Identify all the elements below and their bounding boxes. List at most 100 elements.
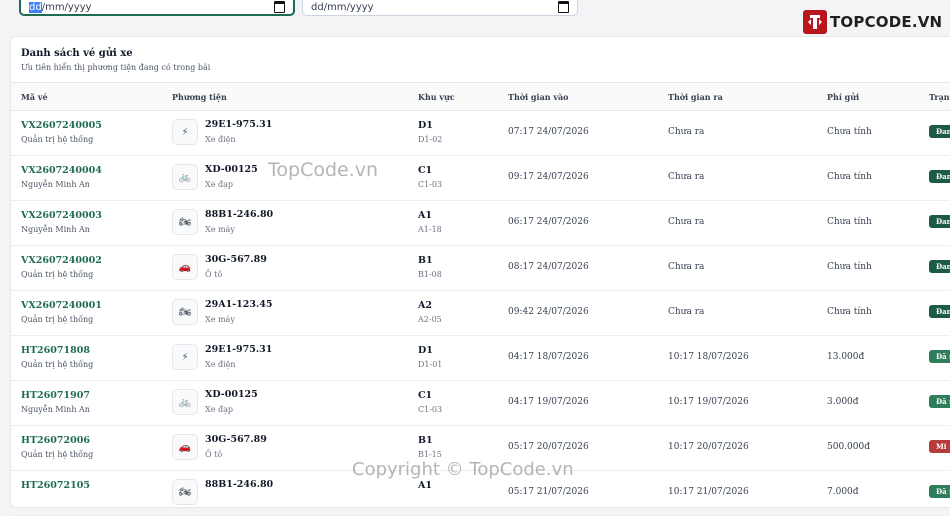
license-plate: 29A1-123.45 <box>205 299 273 310</box>
ticket-code-link[interactable]: HT26072105 <box>21 480 90 491</box>
status-badge: Đan <box>929 215 950 228</box>
topcode-logo: TOPCODE.VN <box>803 9 942 35</box>
table-row[interactable]: VX2607240005 Quản trị hệ thống ⚡ 29E1-975.3… <box>11 110 950 156</box>
status-badge: Đan <box>929 305 950 318</box>
header-zone: Khu vực <box>418 92 455 102</box>
zone: C1 <box>418 165 433 176</box>
ticket-code-link[interactable]: VX2607240004 <box>21 165 102 176</box>
parking-fee: 3.000đ <box>827 397 859 407</box>
header-time-in: Thời gian vào <box>508 92 569 102</box>
card-title: Danh sách vé gửi xe <box>21 48 133 59</box>
table-row[interactable]: VX2607240003 Nguyễn Minh An 🏍 88B1-246.80 Xe… <box>11 200 950 246</box>
vehicle-type: Xe máy <box>205 225 235 234</box>
vehicle-type: Xe điện <box>205 360 236 369</box>
time-in: 09:42 24/07/2026 <box>508 307 589 317</box>
calendar-icon[interactable] <box>274 1 285 13</box>
slot: D1-01 <box>418 360 443 369</box>
parking-fee: Chưa tính <box>827 217 872 227</box>
header-time-out: Thời gian ra <box>668 92 723 102</box>
bicycle-icon: 🚲 <box>172 164 198 190</box>
time-out: 10:17 21/07/2026 <box>668 487 749 497</box>
parking-fee: Chưa tính <box>827 262 872 272</box>
time-in: 09:17 24/07/2026 <box>508 172 589 182</box>
time-out: 10:17 19/07/2026 <box>668 397 749 407</box>
created-by: Quản trị hệ thống <box>21 450 94 459</box>
created-by: Quản trị hệ thống <box>21 315 94 324</box>
car-icon: 🚗 <box>172 254 198 280</box>
vehicle-type: Xe máy <box>205 315 235 324</box>
ticket-code-link[interactable]: HT26071808 <box>21 345 90 356</box>
license-plate: 30G-567.89 <box>205 254 267 265</box>
bicycle-icon: 🚲 <box>172 389 198 415</box>
ticket-code-link[interactable]: HT26071907 <box>21 390 90 401</box>
time-in: 05:17 21/07/2026 <box>508 487 589 497</box>
table-row[interactable]: VX2607240004 Nguyễn Minh An 🚲 XD-00125 Xe đạ… <box>11 155 950 201</box>
slot: D1-02 <box>418 135 443 144</box>
status-badge: Đan <box>929 170 950 183</box>
license-plate: 88B1-246.80 <box>205 479 274 490</box>
status-badge: Đan <box>929 260 950 273</box>
created-by: Nguyễn Minh An <box>21 225 90 234</box>
date-to-value: dd/mm/yyyy <box>311 1 374 13</box>
created-by: Nguyễn Minh An <box>21 180 90 189</box>
created-by: Nguyễn Minh An <box>21 405 90 414</box>
vehicle-type: Ô tô <box>205 450 223 459</box>
created-by: Quản trị hệ thống <box>21 360 94 369</box>
time-out: 10:17 20/07/2026 <box>668 442 749 452</box>
table-row[interactable]: HT26071808 Quản trị hệ thống ⚡ 29E1-975.31 X… <box>11 335 950 381</box>
time-in: 04:17 18/07/2026 <box>508 352 589 362</box>
table-row[interactable]: HT26072006 Quản trị hệ thống 🚗 30G-567.89 Ô … <box>11 425 950 471</box>
license-plate: 88B1-246.80 <box>205 209 274 220</box>
table-row[interactable]: HT26072105 🏍 88B1-246.80 A1 05:17 21/07/2026… <box>11 470 950 516</box>
ticket-code-link[interactable]: VX2607240002 <box>21 255 102 266</box>
status-badge: Đan <box>929 125 950 138</box>
topcode-logo-text: TOPCODE.VN <box>830 13 943 31</box>
time-out: Chưa ra <box>668 217 705 227</box>
ticket-code-link[interactable]: VX2607240001 <box>21 300 102 311</box>
vehicle-type: Xe điện <box>205 135 236 144</box>
time-out: Chưa ra <box>668 172 705 182</box>
calendar-icon[interactable] <box>558 1 569 13</box>
vehicle-type: Xe đạp <box>205 180 233 189</box>
license-plate: XD-00125 <box>205 389 258 400</box>
status-badge: Đã r <box>929 350 950 363</box>
motorbike-icon: 🏍 <box>172 479 198 505</box>
header-fee: Phí gửi <box>827 92 860 102</box>
vehicle-type: Xe đạp <box>205 405 233 414</box>
slot: C1-03 <box>418 405 443 414</box>
slot: A1-18 <box>418 225 442 234</box>
time-out: Chưa ra <box>668 307 705 317</box>
header-vehicle: Phương tiện <box>172 92 227 102</box>
topcode-logo-mark <box>803 10 827 34</box>
table-row[interactable]: VX2607240001 Quản trị hệ thống 🏍 29A1-123.4… <box>11 290 950 336</box>
table-header: Mã vé Phương tiện Khu vực Thời gian vào … <box>11 82 950 111</box>
header-ticket-code: Mã vé <box>21 92 48 102</box>
time-in: 05:17 20/07/2026 <box>508 442 589 452</box>
license-plate: 29E1-975.31 <box>205 119 273 130</box>
ticket-code-link[interactable]: VX2607240003 <box>21 210 102 221</box>
table-row[interactable]: VX2607240002 Quản trị hệ thống 🚗 30G-567.89… <box>11 245 950 291</box>
parking-fee: 7.000đ <box>827 487 859 497</box>
license-plate: XD-00125 <box>205 164 258 175</box>
status-badge: Đã r <box>929 395 950 408</box>
date-from-value: dd/mm/yyyy <box>29 1 92 13</box>
slot: A2-05 <box>418 315 442 324</box>
date-to-input[interactable]: dd/mm/yyyy <box>302 0 578 16</box>
ticket-code-link[interactable]: VX2607240005 <box>21 120 102 131</box>
parking-fee: Chưa tính <box>827 307 872 317</box>
parking-fee: 13.000đ <box>827 352 865 362</box>
time-out: 10:17 18/07/2026 <box>668 352 749 362</box>
motorbike-icon: 🏍 <box>172 299 198 325</box>
slot: B1-15 <box>418 450 442 459</box>
status-badge: Đã r <box>929 485 950 498</box>
date-from-input[interactable]: dd/mm/yyyy <box>19 0 295 16</box>
time-in: 07:17 24/07/2026 <box>508 127 589 137</box>
time-in: 08:17 24/07/2026 <box>508 262 589 272</box>
ticket-list-card: Danh sách vé gửi xe Ưu tiên hiển thị phư… <box>10 36 950 516</box>
slot: B1-08 <box>418 270 442 279</box>
table-row[interactable]: HT26071907 Nguyễn Minh An 🚲 XD-00125 Xe đạp C… <box>11 380 950 426</box>
ticket-code-link[interactable]: HT26072006 <box>21 435 90 446</box>
header-status: Trạng <box>929 92 950 102</box>
zone: A1 <box>418 210 432 221</box>
zone: D1 <box>418 345 433 356</box>
